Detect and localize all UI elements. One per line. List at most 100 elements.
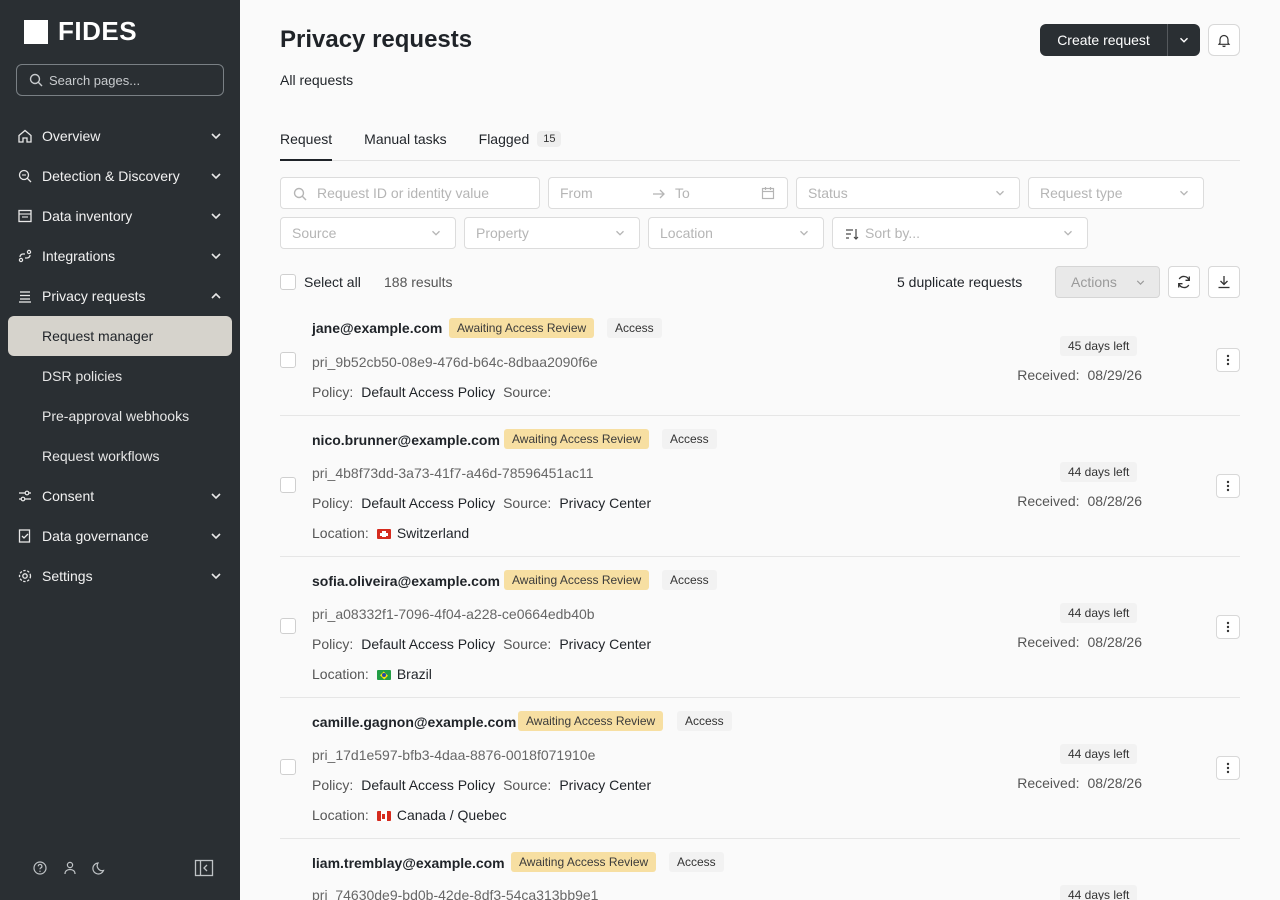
select-all-checkbox[interactable]: Select all: [280, 274, 361, 290]
source-label: Source:: [503, 495, 552, 511]
actions-button[interactable]: Actions: [1055, 266, 1160, 298]
received-date: Received: 08/29/26: [1017, 367, 1142, 383]
brazil-flag-icon: [376, 670, 391, 681]
policy-value: Default Access Policy: [361, 495, 496, 511]
received-value: 08/29/26: [1087, 367, 1143, 383]
status-badge: Awaiting Access Review: [518, 711, 664, 731]
request-email: liam.tremblay@example.com: [312, 855, 505, 871]
received-value: 08/28/26: [1087, 493, 1143, 509]
property-select[interactable]: Property: [464, 217, 640, 249]
sidebar-item-consent[interactable]: Consent: [0, 476, 240, 516]
create-request-button[interactable]: Create request: [1040, 24, 1200, 56]
row-menu-button[interactable]: [1216, 474, 1240, 498]
sidebar-item-label: Overview: [42, 128, 101, 144]
page-subtitle: All requests: [280, 72, 354, 88]
sidebar-item-detection[interactable]: Detection & Discovery: [0, 156, 240, 196]
tab-label: Manual tasks: [364, 131, 447, 147]
request-type-select[interactable]: Request type: [1028, 177, 1204, 209]
table-row[interactable]: camille.gagnon@example.com Awaiting Acce…: [280, 698, 1240, 839]
chevron-down-icon: [211, 173, 221, 180]
collapse-sidebar-icon[interactable]: [194, 858, 214, 878]
detection-icon: [16, 167, 34, 185]
status-select[interactable]: Status: [796, 177, 1020, 209]
download-button[interactable]: [1208, 266, 1240, 298]
sidebar-item-data-governance[interactable]: Data governance: [0, 516, 240, 556]
status-badge: Awaiting Access Review: [511, 852, 657, 872]
search-icon: [293, 187, 307, 201]
row-menu-button[interactable]: [1216, 348, 1240, 372]
location-label: Location:: [312, 666, 369, 682]
chevron-down-icon: [616, 230, 624, 236]
tab-label: Request: [280, 131, 333, 147]
chevron-down-icon: [211, 213, 221, 220]
page-title: Privacy requests: [280, 26, 473, 53]
sidebar-item-privacy-requests[interactable]: Privacy requests: [0, 276, 240, 316]
chevron-down-icon: [211, 133, 221, 140]
chevron-down-icon: [211, 253, 221, 260]
date-to-placeholder: To: [675, 185, 690, 201]
source-value: Privacy Center: [559, 777, 652, 793]
request-type-badge: Access: [677, 711, 732, 731]
checkbox[interactable]: [280, 274, 296, 290]
row-menu-button[interactable]: [1216, 756, 1240, 780]
sort-select[interactable]: Sort by...: [832, 217, 1088, 249]
actions-label: Actions: [1071, 274, 1117, 290]
sidebar: FIDES Search pages... Overview Detection…: [0, 0, 240, 900]
source-value: Privacy Center: [559, 636, 652, 652]
sidebar-item-integrations[interactable]: Integrations: [0, 236, 240, 276]
main-content: Privacy requests All requests Create req…: [240, 0, 1280, 900]
policy-value: Default Access Policy: [361, 384, 496, 400]
sidebar-item-label: Detection & Discovery: [42, 168, 180, 184]
notifications-button[interactable]: [1208, 24, 1240, 56]
row-checkbox[interactable]: [280, 477, 296, 493]
request-search-input[interactable]: Request ID or identity value: [280, 177, 540, 209]
refresh-button[interactable]: [1168, 266, 1200, 298]
row-checkbox[interactable]: [280, 618, 296, 634]
more-vertical-icon: [1226, 480, 1230, 492]
request-meta: Policy: Default Access Policy Source: Pr…: [312, 636, 651, 652]
source-select[interactable]: Source: [280, 217, 456, 249]
tab-flagged[interactable]: Flagged 15: [479, 118, 562, 160]
table-row[interactable]: nico.brunner@example.com Awaiting Access…: [280, 416, 1240, 557]
sidebar-item-label: Integrations: [42, 248, 116, 264]
sidebar-item-overview[interactable]: Overview: [0, 116, 240, 156]
sidebar-item-settings[interactable]: Settings: [0, 556, 240, 596]
create-request-dropdown[interactable]: [1168, 24, 1200, 56]
user-icon[interactable]: [60, 858, 80, 878]
date-range-picker[interactable]: From To: [548, 177, 788, 209]
duplicate-requests-link[interactable]: 5 duplicate requests: [897, 274, 1022, 290]
row-menu-button[interactable]: [1216, 615, 1240, 639]
sidebar-subitem-pre-approval-webhooks[interactable]: Pre-approval webhooks: [0, 396, 240, 436]
sidebar-subitem-request-manager[interactable]: Request manager: [8, 316, 232, 356]
tab-manual-tasks[interactable]: Manual tasks: [364, 118, 446, 160]
chevron-down-icon: [800, 230, 808, 236]
policy-label: Policy:: [312, 384, 354, 400]
download-icon: [1218, 276, 1230, 289]
days-left-badge: 45 days left: [1060, 336, 1138, 356]
more-vertical-icon: [1226, 354, 1230, 366]
request-email: jane@example.com: [312, 320, 443, 336]
sidebar-search-input[interactable]: Search pages...: [16, 64, 224, 96]
days-left-badge: 44 days left: [1060, 885, 1138, 900]
row-checkbox[interactable]: [280, 759, 296, 775]
brand-logo[interactable]: FIDES: [24, 16, 137, 47]
sidebar-subitem-dsr-policies[interactable]: DSR policies: [0, 356, 240, 396]
brand-name: FIDES: [58, 16, 138, 46]
row-checkbox[interactable]: [280, 352, 296, 368]
inventory-icon: [16, 207, 34, 225]
chevron-down-icon: [1064, 230, 1072, 236]
search-icon: [29, 73, 43, 87]
sidebar-subitem-request-workflows[interactable]: Request workflows: [0, 436, 240, 476]
table-row[interactable]: sofia.oliveira@example.com Awaiting Acce…: [280, 557, 1240, 698]
create-request-label[interactable]: Create request: [1040, 24, 1168, 56]
sidebar-subitem-label: Request workflows: [42, 448, 160, 464]
request-id: pri_9b52cb50-08e9-476d-b64c-8dbaa2090f6e: [312, 354, 598, 370]
help-icon[interactable]: [30, 858, 50, 878]
table-row[interactable]: liam.tremblay@example.com Awaiting Acces…: [280, 839, 1240, 900]
location-select[interactable]: Location: [648, 217, 824, 249]
tab-request[interactable]: Request: [280, 118, 333, 161]
sidebar-item-data-inventory[interactable]: Data inventory: [0, 196, 240, 236]
table-row[interactable]: jane@example.com Awaiting Access Review …: [280, 310, 1240, 416]
more-vertical-icon: [1226, 762, 1230, 774]
moon-icon[interactable]: [90, 858, 110, 878]
